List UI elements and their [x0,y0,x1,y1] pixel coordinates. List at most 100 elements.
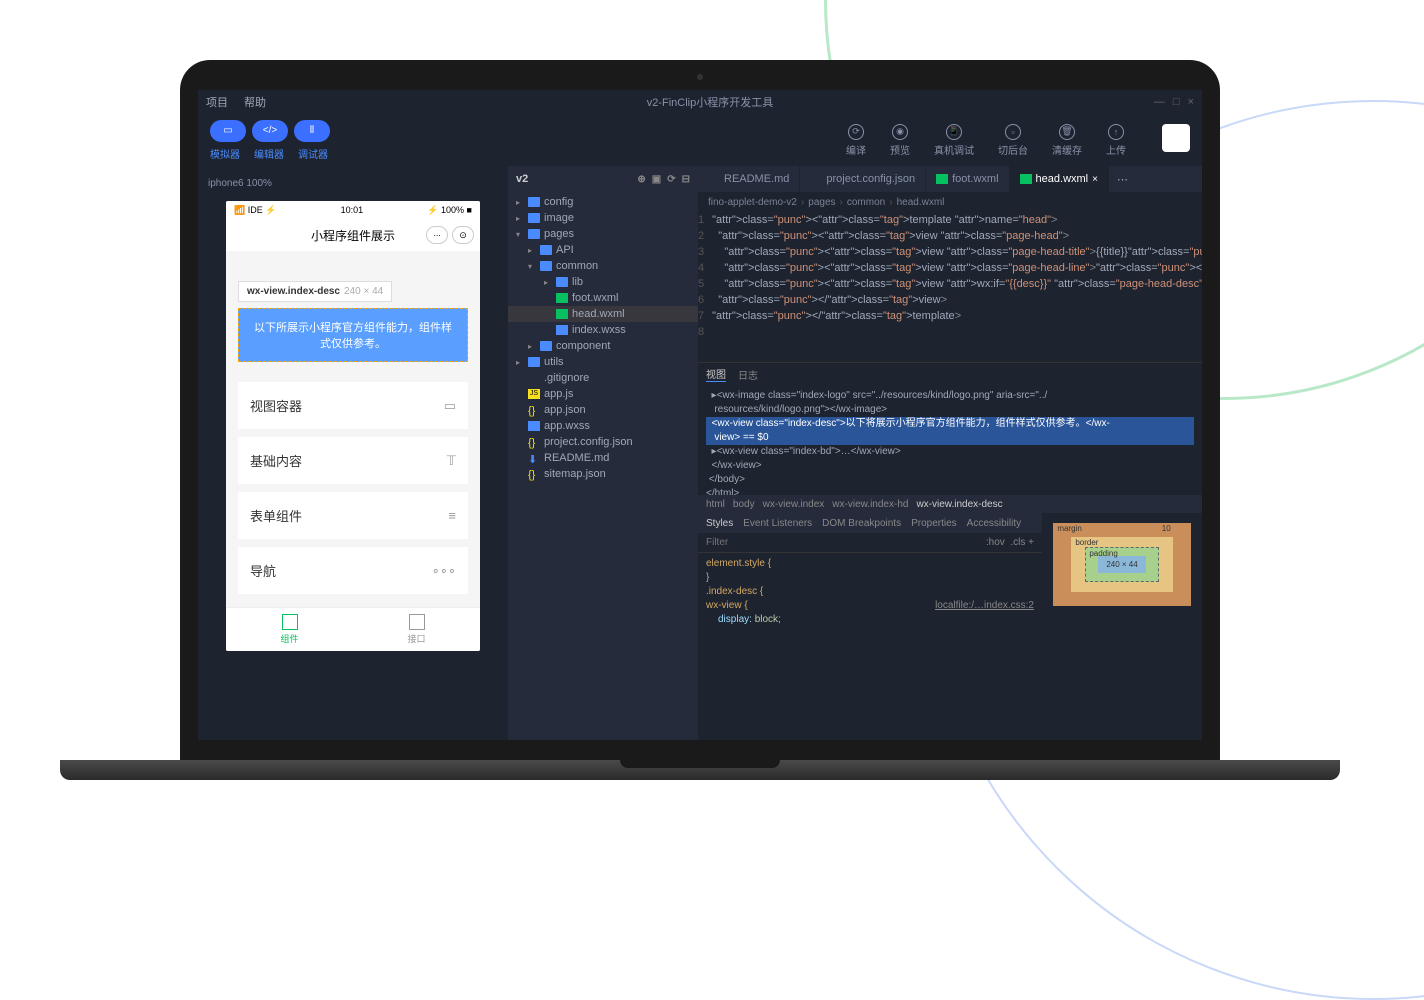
box-content: 240 × 44 [1098,556,1145,573]
menubar: 项目 帮助 v2-FinClip小程序开发工具 — □ × [198,90,1202,114]
dt-tab-console[interactable]: 日志 [738,367,758,382]
phone-preview: 📶 IDE ⚡ 10:01 ⚡ 100% ■ 小程序组件展示 ∙∙∙ ⊙ wx-… [226,201,480,651]
code-editor[interactable]: 12345678 "attr">class="punc"><"attr">cla… [698,212,1202,362]
tree-item-pages[interactable]: ▾pages [508,226,698,242]
tree-item-common[interactable]: ▾common [508,258,698,274]
tree-item-index.wxss[interactable]: index.wxss [508,322,698,338]
remote-debug-button[interactable]: 📱真机调试 [934,124,974,157]
toolbar: ▭ </> ⫴ 模拟器 编辑器 调试器 ⟳编译 ◉预览 📱真机调试 ▫切后台 🗑… [198,114,1202,166]
simulator-panel: iphone6 100% 📶 IDE ⚡ 10:01 ⚡ 100% ■ 小程序组… [198,166,508,740]
editor-tab[interactable]: foot.wxml [926,166,1009,192]
pill-label: 模拟器 [210,146,240,161]
list-item[interactable]: 导航∘∘∘ [238,547,468,594]
tree-item-app.js[interactable]: JSapp.js [508,386,698,402]
window-controls: — □ × [1154,96,1194,108]
tree-item-foot.wxml[interactable]: foot.wxml [508,290,698,306]
new-folder-icon[interactable]: ▣ [652,174,661,185]
dom-crumb-item[interactable]: wx-view.index-desc [916,499,1002,510]
tree-item-head.wxml[interactable]: head.wxml [508,306,698,322]
simulator-toggle[interactable]: ▭ [210,120,246,142]
editor-tabs: README.mdproject.config.jsonfoot.wxmlhea… [698,166,1202,192]
compile-button[interactable]: ⟳编译 [846,124,866,157]
clear-cache-button[interactable]: 🗑清缓存 [1052,124,1082,157]
tree-item-sitemap.json[interactable]: {}sitemap.json [508,466,698,482]
refresh-icon[interactable]: ⟳ [667,174,675,185]
preview-button[interactable]: ◉预览 [890,124,910,157]
list-item[interactable]: 基础内容𝕋 [238,437,468,484]
background-button[interactable]: ▫切后台 [998,124,1028,157]
highlighted-element[interactable]: 以下所展示小程序官方组件能力，组件样式仅供参考。 [238,308,468,362]
tree-item-project.config.json[interactable]: {}project.config.json [508,434,698,450]
breadcrumb-item[interactable]: head.wxml [897,197,945,208]
maximize-icon[interactable]: □ [1173,96,1180,108]
pill-label: 编辑器 [254,146,284,161]
window-title: v2-FinClip小程序开发工具 [282,94,1138,110]
tree-item-image[interactable]: ▸image [508,210,698,226]
ide-window: 项目 帮助 v2-FinClip小程序开发工具 — □ × ▭ </> ⫴ 模拟… [198,90,1202,740]
dom-crumb-item[interactable]: html [706,499,725,510]
breadcrumb: fino-applet-demo-v2›pages›common›head.wx… [698,192,1202,212]
styles-tab[interactable]: DOM Breakpoints [822,518,901,529]
styles-tab[interactable]: Accessibility [967,518,1021,529]
filter-input[interactable] [706,537,986,548]
styles-tab[interactable]: Event Listeners [743,518,812,529]
box-model: margin 10 border padding 240 × 44 [1042,513,1202,740]
editor-tab[interactable]: README.md [698,166,800,192]
minimize-icon[interactable]: — [1154,96,1165,108]
file-tree: ▸config▸image▾pages▸API▾common▸libfoot.w… [508,192,698,740]
list-item[interactable]: 表单组件≡ [238,492,468,539]
editor-toggle[interactable]: </> [252,120,288,142]
new-file-icon[interactable]: ⊕ [637,174,645,185]
breadcrumb-item[interactable]: fino-applet-demo-v2 [708,197,797,208]
tree-item-API[interactable]: ▸API [508,242,698,258]
nav-title: 小程序组件展示 [311,227,395,244]
collapse-icon[interactable]: ⊟ [682,174,690,185]
dom-crumb-item[interactable]: wx-view.index [763,499,825,510]
tree-item-app.json[interactable]: {}app.json [508,402,698,418]
phone-navbar: 小程序组件展示 ∙∙∙ ⊙ [226,219,480,251]
debugger-toggle[interactable]: ⫴ [294,120,330,142]
dom-breadcrumb: html body wx-view.index wx-view.index-hd wx-… [698,495,1202,513]
editor-tab[interactable]: head.wxml× [1010,166,1109,192]
device-info: iphone6 100% [206,174,500,201]
tree-item-config[interactable]: ▸config [508,194,698,210]
list-item[interactable]: 视图容器▭ [238,382,468,429]
tree-item-README.md[interactable]: ⬇README.md [508,450,698,466]
styles-filter: :hov .cls + [698,533,1042,553]
tree-item-.gitignore[interactable]: .gitignore [508,370,698,386]
tab-more-icon[interactable]: ⋯ [1109,166,1136,192]
upload-button[interactable]: ↑上传 [1106,124,1126,157]
editor-tab[interactable]: project.config.json [800,166,926,192]
capsule-close-icon[interactable]: ⊙ [452,226,474,244]
breadcrumb-item[interactable]: pages [808,197,835,208]
tab-api[interactable]: 接口 [353,608,480,651]
dt-tab-elements[interactable]: 视图 [706,366,726,382]
hov-toggle[interactable]: :hov [986,537,1005,548]
devtools-tabs: 视图 日志 [698,363,1202,385]
tree-item-component[interactable]: ▸component [508,338,698,354]
tree-item-lib[interactable]: ▸lib [508,274,698,290]
inspect-tooltip: wx-view.index-desc240 × 44 [238,281,392,302]
tree-item-app.wxss[interactable]: app.wxss [508,418,698,434]
menu-project[interactable]: 项目 [206,94,228,110]
add-rule-icon[interactable]: + [1028,537,1034,548]
cls-toggle[interactable]: .cls [1010,537,1025,548]
breadcrumb-item[interactable]: common [847,197,885,208]
css-rules[interactable]: element.style {}.index-desc {</span></di… [698,553,1042,740]
close-icon[interactable]: × [1188,96,1194,108]
styles-tabs: Styles Event Listeners DOM Breakpoints Prop… [698,513,1042,533]
dom-crumb-item[interactable]: wx-view.index-hd [832,499,908,510]
menu-help[interactable]: 帮助 [244,94,266,110]
explorer-header: v2 ⊕ ▣ ⟳ ⊟ [508,166,698,192]
laptop-frame: 项目 帮助 v2-FinClip小程序开发工具 — □ × ▭ </> ⫴ 模拟… [180,60,1220,760]
dom-crumb-item[interactable]: body [733,499,755,510]
tab-component[interactable]: 组件 [226,608,353,651]
capsule-menu-icon[interactable]: ∙∙∙ [426,226,448,244]
file-explorer: v2 ⊕ ▣ ⟳ ⊟ ▸config▸image▾pages▸API▾commo… [508,166,698,740]
styles-tab[interactable]: Properties [911,518,957,529]
user-avatar[interactable] [1162,124,1190,152]
phone-tabbar: 组件 接口 [226,607,480,651]
tree-item-utils[interactable]: ▸utils [508,354,698,370]
styles-tab[interactable]: Styles [706,518,733,529]
dom-tree[interactable]: ▸<wx-image class="index-logo" src="../re… [698,385,1202,495]
